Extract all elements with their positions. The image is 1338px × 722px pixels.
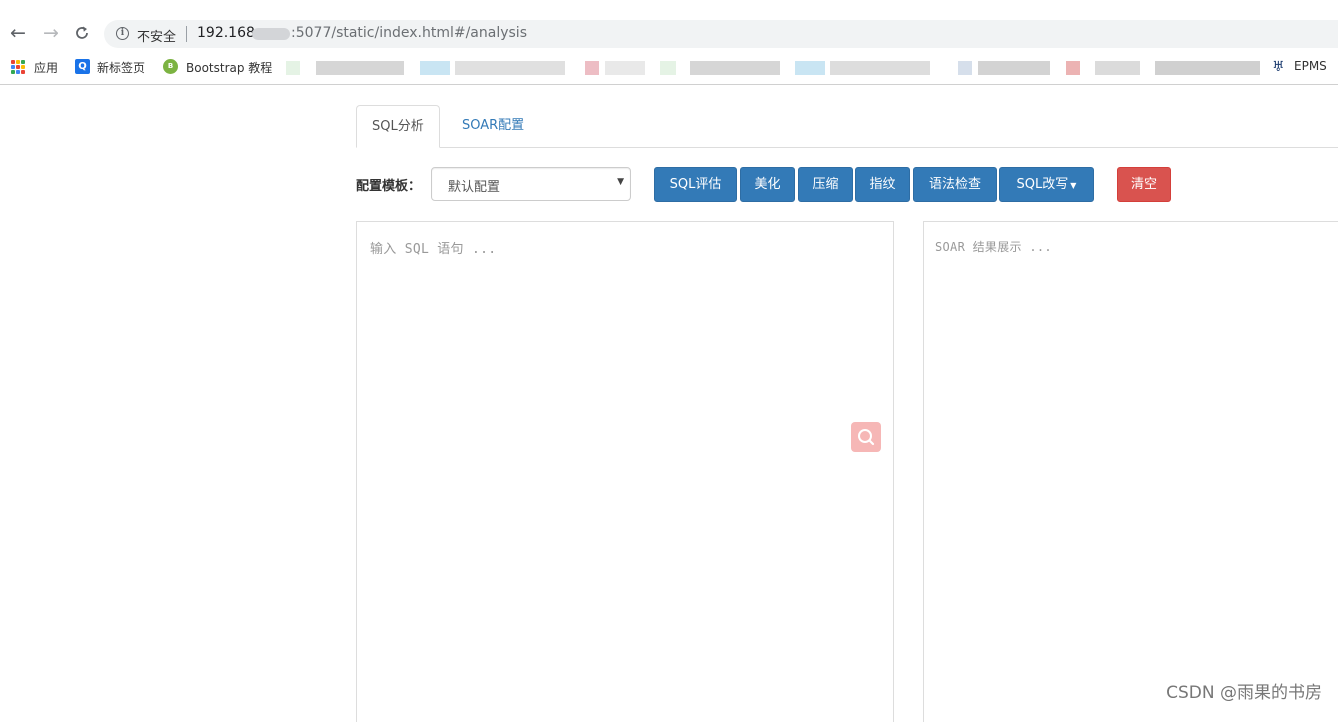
bookmark-epms[interactable]: ♅ EPMS <box>1272 59 1334 77</box>
compress-button[interactable]: 压缩 <box>798 167 853 202</box>
redacted-bookmark <box>1155 61 1260 75</box>
bookmark-label: EPMS <box>1294 59 1327 73</box>
bookmark-bootstrap[interactable]: B Bootstrap 教程 <box>163 59 275 77</box>
watermark: CSDN @雨果的书房 <box>1166 683 1322 703</box>
redacted-bookmark <box>286 61 300 75</box>
security-label: 不安全 <box>137 30 177 45</box>
config-template-value: 默认配置 <box>448 180 501 195</box>
redacted-bookmark <box>585 61 599 75</box>
reload-icon <box>76 26 88 39</box>
soar-result-panel[interactable]: SOAR 结果展示 ... <box>923 221 1338 722</box>
config-template-select[interactable]: 默认配置 ▼ <box>431 167 631 201</box>
bookmark-label: 应用 <box>34 61 59 75</box>
omnibox-divider <box>186 26 187 42</box>
redacted-bookmark <box>605 61 645 75</box>
bookmark-label: 新标签页 <box>97 61 146 75</box>
tab-bar: SQL分析 SOAR配置 <box>356 105 1338 148</box>
sql-rewrite-dropdown[interactable]: SQL改写 ▼ <box>999 167 1094 202</box>
redacted-bookmark <box>978 61 1050 75</box>
apps-icon <box>11 60 25 74</box>
search-button[interactable] <box>851 422 881 452</box>
redacted-bookmark <box>830 61 930 75</box>
bookmarks-bar: 应用 Q 新标签页 B Bootstrap 教程 ♅ EPMS <box>0 52 1338 85</box>
browser-toolbar: ← → i 不安全 192.168. :5077/static/index.ht… <box>0 0 1338 52</box>
sql-evaluate-button[interactable]: SQL评估 <box>654 167 737 202</box>
redacted-bookmark <box>795 61 825 75</box>
tab-soar-config[interactable]: SOAR配置 <box>447 105 539 146</box>
sql-input-editor[interactable]: 输入 SQL 语句 ... <box>356 221 894 722</box>
info-icon[interactable]: i <box>116 27 129 40</box>
bookmark-apps[interactable]: 应用 <box>11 59 63 77</box>
bookmark-new-tab[interactable]: Q 新标签页 <box>75 59 151 77</box>
bookmark-label: Bootstrap 教程 <box>186 61 273 75</box>
epms-icon: ♅ <box>1272 59 1285 75</box>
config-template-label: 配置模板： <box>356 179 422 194</box>
redacted-bookmark <box>690 61 780 75</box>
syntax-check-button[interactable]: 语法检查 <box>913 167 997 202</box>
toolbar: 配置模板： 默认配置 ▼ SQL评估 美化 压缩 指纹 语法检查 SQL改写 ▼ … <box>356 167 1338 202</box>
clear-button[interactable]: 清空 <box>1117 167 1171 202</box>
reload-button[interactable] <box>71 22 93 44</box>
back-button[interactable]: ← <box>7 22 29 44</box>
redacted-bookmark <box>420 61 450 75</box>
url-redacted <box>252 28 290 40</box>
redacted-bookmark <box>455 61 565 75</box>
redacted-bookmark <box>316 61 404 75</box>
redacted-bookmark <box>1095 61 1140 75</box>
beautify-button[interactable]: 美化 <box>740 167 795 202</box>
fingerprint-button[interactable]: 指纹 <box>855 167 910 202</box>
sql-rewrite-label: SQL改写 <box>1016 177 1069 192</box>
url-path: :5077/static/index.html#/analysis <box>291 25 527 41</box>
url-host: 192.168. <box>197 25 260 41</box>
bootstrap-icon: B <box>163 59 178 74</box>
forward-button[interactable]: → <box>40 22 62 44</box>
redacted-bookmark <box>660 61 676 75</box>
caret-down-icon: ▼ <box>1070 181 1077 190</box>
soar-result-placeholder: SOAR 结果展示 ... <box>935 240 1052 254</box>
address-bar[interactable]: i 不安全 192.168. :5077/static/index.html#/… <box>104 20 1338 48</box>
sql-input-placeholder: 输入 SQL 语句 ... <box>370 242 497 257</box>
caret-down-icon: ▼ <box>617 177 624 187</box>
tab-sql-analysis[interactable]: SQL分析 <box>356 105 440 148</box>
search-icon <box>858 429 875 446</box>
redacted-bookmark <box>958 61 972 75</box>
redacted-bookmark <box>1066 61 1080 75</box>
new-tab-icon: Q <box>75 59 90 74</box>
